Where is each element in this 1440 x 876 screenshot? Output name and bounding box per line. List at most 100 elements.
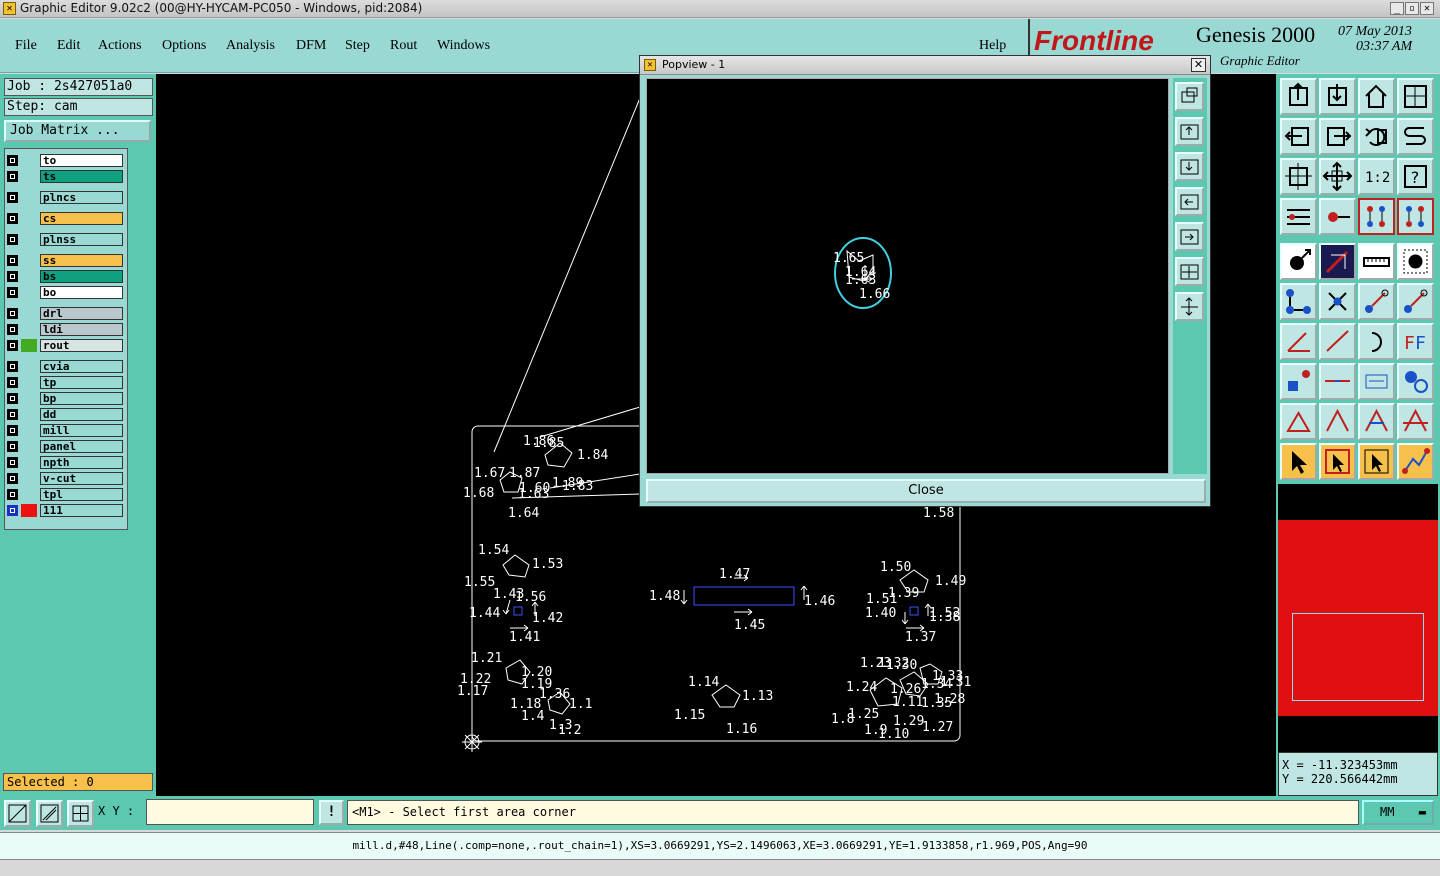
- layer-name[interactable]: bp: [40, 392, 123, 405]
- menu-actions[interactable]: Actions: [98, 38, 142, 54]
- layer-name[interactable]: drl: [40, 307, 123, 320]
- layer-name[interactable]: cs: [40, 212, 123, 225]
- snap-icon[interactable]: [4, 800, 31, 827]
- popview-pan-up-icon[interactable]: [1175, 117, 1204, 146]
- pan-left-icon[interactable]: [1280, 118, 1317, 155]
- layer-row-cvia[interactable]: cvia: [5, 360, 123, 373]
- layer-checkbox[interactable]: [7, 377, 18, 388]
- units-select[interactable]: MM ▬: [1362, 800, 1434, 825]
- layer-checkbox[interactable]: [7, 441, 18, 452]
- dimension-icon[interactable]: [1358, 363, 1395, 400]
- close-window-button[interactable]: ✕: [1420, 2, 1434, 15]
- popview-zoom-fit-icon[interactable]: [1175, 82, 1204, 111]
- angle-icon[interactable]: [1280, 323, 1317, 360]
- menu-dfm[interactable]: DFM: [296, 38, 326, 54]
- ruler-icon[interactable]: [1358, 243, 1395, 280]
- popview-zoom-in-icon[interactable]: [1175, 257, 1204, 286]
- layer-row-tp[interactable]: tp: [5, 376, 123, 389]
- layer-name[interactable]: cvia: [40, 360, 123, 373]
- layer-row-plncs[interactable]: plncs: [5, 191, 123, 204]
- zoom-home-icon[interactable]: [1280, 158, 1317, 195]
- split-view-icon[interactable]: [1397, 78, 1434, 115]
- layer-checkbox[interactable]: [7, 171, 18, 182]
- layer-name[interactable]: ldi: [40, 323, 123, 336]
- layer-checkbox[interactable]: [7, 425, 18, 436]
- layer-name[interactable]: panel: [40, 440, 123, 453]
- text-feature-icon[interactable]: FF: [1397, 323, 1434, 360]
- layer-row-ldi[interactable]: ldi: [5, 323, 123, 336]
- pointer-icon[interactable]: [1280, 443, 1317, 480]
- popview-pan-right-icon[interactable]: [1175, 222, 1204, 251]
- layer-row-111[interactable]: 111: [5, 504, 123, 517]
- layer-name[interactable]: to: [40, 154, 123, 167]
- pad-icon[interactable]: [1397, 243, 1434, 280]
- layer-name[interactable]: tp: [40, 376, 123, 389]
- copy-icon[interactable]: [1397, 283, 1434, 320]
- layer-row-to[interactable]: to: [5, 154, 123, 167]
- menu-rout[interactable]: Rout: [390, 38, 417, 54]
- layer-checkbox[interactable]: [7, 255, 18, 266]
- home-icon[interactable]: [1358, 78, 1395, 115]
- edit-line-icon[interactable]: [1319, 243, 1356, 280]
- measure-icon[interactable]: [1319, 198, 1356, 235]
- resize-icon[interactable]: [1280, 363, 1317, 400]
- layer-row-tpl[interactable]: tpl: [5, 488, 123, 501]
- layer-name[interactable]: npth: [40, 456, 123, 469]
- layer-row-ss[interactable]: ss: [5, 254, 123, 267]
- layer-checkbox[interactable]: [7, 287, 18, 298]
- layer-checkbox[interactable]: [7, 271, 18, 282]
- layer-row-mill[interactable]: mill: [5, 424, 123, 437]
- layer-checkbox[interactable]: [7, 234, 18, 245]
- route-select-icon[interactable]: [1397, 443, 1434, 480]
- warning-button[interactable]: !: [319, 800, 344, 825]
- select-box-icon[interactable]: [1319, 443, 1356, 480]
- layer-checkbox[interactable]: [7, 489, 18, 500]
- delete-icon[interactable]: [1319, 283, 1356, 320]
- layer-row-panel[interactable]: panel: [5, 440, 123, 453]
- layer-checkbox[interactable]: [7, 361, 18, 372]
- layer-checkbox[interactable]: [7, 192, 18, 203]
- job-matrix-button[interactable]: Job Matrix ...: [4, 120, 151, 142]
- menu-edit[interactable]: Edit: [57, 38, 80, 54]
- triangle-up-icon[interactable]: [1280, 403, 1317, 440]
- menu-step[interactable]: Step: [345, 38, 370, 54]
- grid-icon[interactable]: [67, 800, 94, 827]
- menu-analysis[interactable]: Analysis: [226, 38, 275, 54]
- layer-checkbox[interactable]: [7, 409, 18, 420]
- menu-windows[interactable]: Windows: [437, 38, 490, 54]
- break-line-icon[interactable]: [1319, 363, 1356, 400]
- help-icon[interactable]: ?: [1397, 158, 1434, 195]
- save-step-icon[interactable]: [1319, 78, 1356, 115]
- layer-name[interactable]: mill: [40, 424, 123, 437]
- layer-row-ts[interactable]: ts: [5, 170, 123, 183]
- arc-icon[interactable]: [1358, 323, 1395, 360]
- layer-row-drl[interactable]: drl: [5, 307, 123, 320]
- menu-file[interactable]: File: [15, 38, 37, 54]
- layer-row-bp[interactable]: bp: [5, 392, 123, 405]
- zoom-center-icon[interactable]: [1319, 158, 1356, 195]
- layer-name[interactable]: dd: [40, 408, 123, 421]
- popview-canvas[interactable]: 1.65 1.64 1.63 1.66: [646, 78, 1169, 474]
- layer-name[interactable]: ss: [40, 254, 123, 267]
- layer-row-dd[interactable]: dd: [5, 408, 123, 421]
- connect-icon[interactable]: [1280, 283, 1317, 320]
- layer-name[interactable]: tpl: [40, 488, 123, 501]
- layer-name[interactable]: ts: [40, 170, 123, 183]
- move-icon[interactable]: [1358, 283, 1395, 320]
- triangle-split-icon[interactable]: [1397, 403, 1434, 440]
- add-feature-icon[interactable]: [1280, 243, 1317, 280]
- xy-input[interactable]: [146, 799, 314, 825]
- layer-row-cs[interactable]: cs: [5, 212, 123, 225]
- layer-row-rout[interactable]: rout: [5, 339, 123, 352]
- layer-name[interactable]: bo: [40, 286, 123, 299]
- layer-name[interactable]: 111: [40, 504, 123, 517]
- maximize-button[interactable]: ▫: [1405, 2, 1419, 15]
- select-area-icon[interactable]: [1358, 443, 1395, 480]
- layer-row-bo[interactable]: bo: [5, 286, 123, 299]
- layer-checkbox[interactable]: [7, 308, 18, 319]
- menu-help[interactable]: Help: [979, 38, 1006, 54]
- overview-view-rect[interactable]: [1292, 613, 1424, 701]
- layer-checkbox[interactable]: [7, 393, 18, 404]
- layer-name[interactable]: rout: [40, 339, 123, 352]
- layer-checkbox[interactable]: [7, 213, 18, 224]
